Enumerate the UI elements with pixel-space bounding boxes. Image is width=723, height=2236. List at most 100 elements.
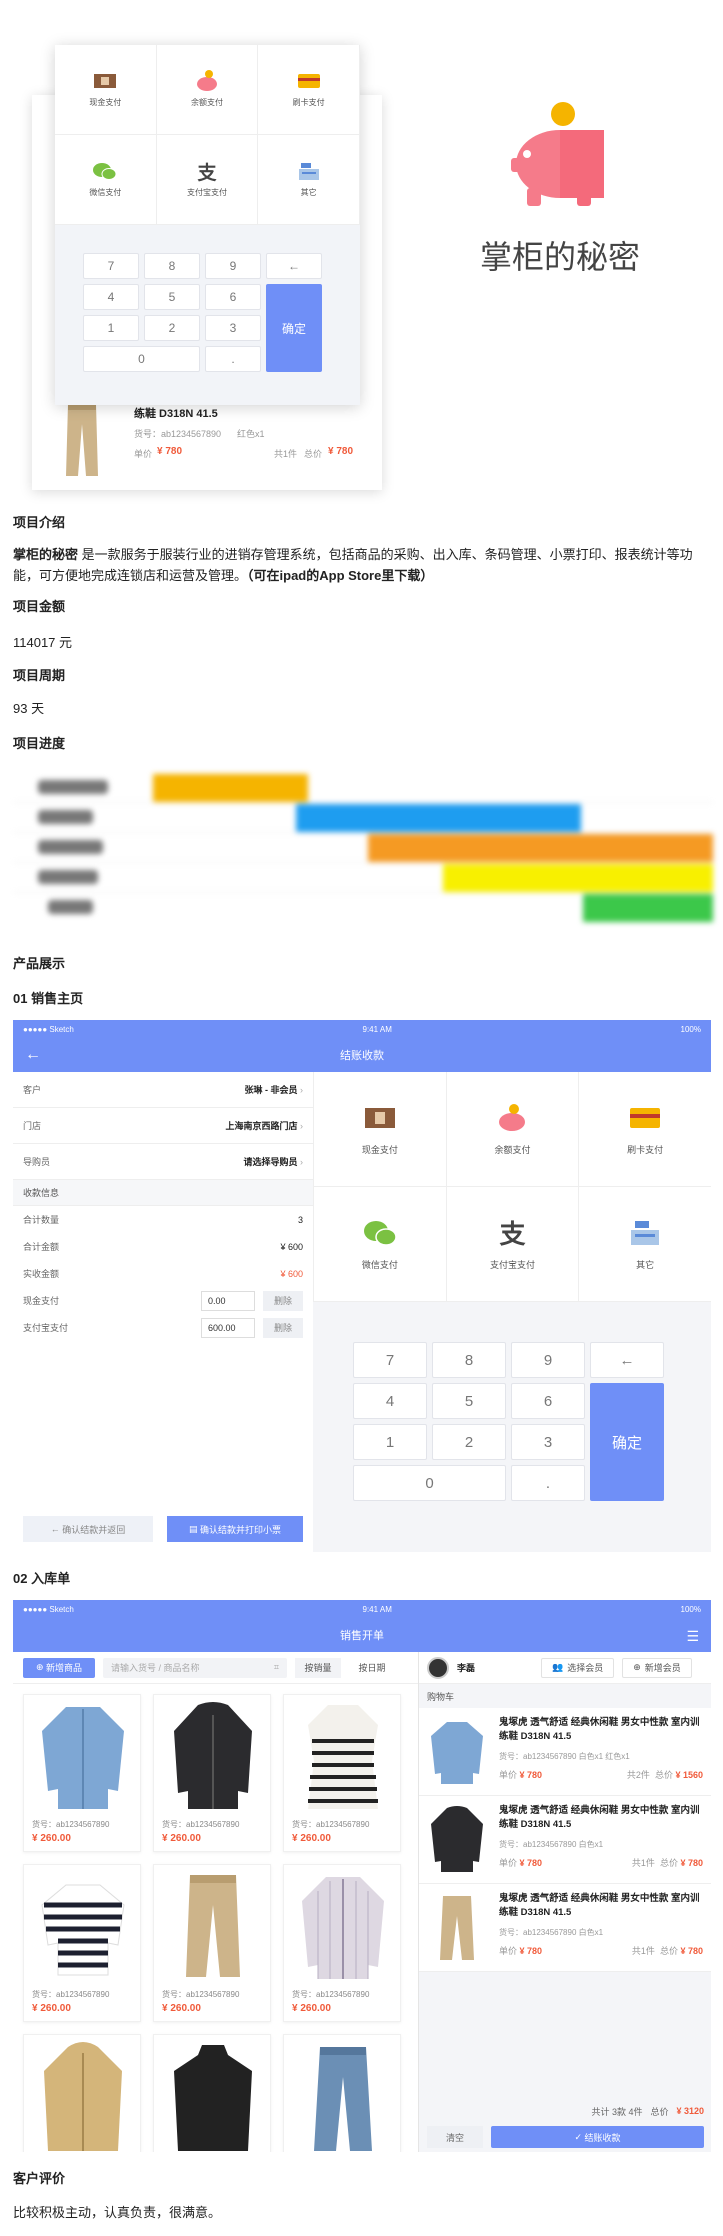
button-label: 结账收款 xyxy=(584,2132,621,2143)
product-card[interactable]: 货号：ab1234567890 ¥ 260.00 xyxy=(153,1694,271,1852)
new-member-button[interactable]: ⊕ 新增会员 xyxy=(622,1657,692,1678)
item-total: ¥ 780 xyxy=(680,1946,703,1956)
store-row[interactable]: 门店 上海南京西路门店 › xyxy=(13,1108,313,1144)
scan-icon[interactable]: ⌗ xyxy=(274,1662,279,1673)
avatar xyxy=(427,1656,449,1679)
key-1[interactable]: 1 xyxy=(83,315,139,341)
product-sku: 货号：ab1234567890 xyxy=(32,1820,110,1829)
key-0[interactable]: 0 xyxy=(83,346,200,372)
pay-other[interactable]: 其它 xyxy=(258,135,360,225)
key-2[interactable]: 2 xyxy=(432,1424,506,1460)
button-label: 新增会员 xyxy=(644,1663,681,1673)
black-turtleneck-thumbnail-icon xyxy=(174,2045,252,2151)
back-arrow-icon[interactable]: ← xyxy=(25,1046,41,1064)
customer-row[interactable]: 客户 张琳 - 非会员 › xyxy=(13,1072,313,1108)
key-5[interactable]: 5 xyxy=(432,1383,506,1419)
choose-member-button[interactable]: 👥 选择会员 xyxy=(541,1657,615,1678)
key-8[interactable]: 8 xyxy=(144,253,200,279)
pay-wechat[interactable]: 微信支付 xyxy=(313,1187,446,1302)
pay-cash[interactable]: 现金支付 xyxy=(55,45,157,135)
key-backspace[interactable]: ← xyxy=(266,253,322,279)
product-card[interactable]: 货号：ab1234567890 ¥ 260.00 xyxy=(23,1694,141,1852)
key-backspace[interactable]: ← xyxy=(590,1342,664,1378)
key-1[interactable]: 1 xyxy=(353,1424,427,1460)
intro-bold: 掌柜的秘密 xyxy=(13,547,79,562)
key-dot[interactable]: . xyxy=(511,1465,585,1501)
tablet-mockup-front: 现金支付 余额支付 刷卡支付 微信支付 支 支付宝支付 其它 7 8 9 ← 4… xyxy=(55,45,360,405)
product-list-panel: ⊕ 新增商品 请输入货号 / 商品名称 ⌗ 按销量 按日期 货号：ab123456… xyxy=(13,1652,418,2152)
pay-card[interactable]: 刷卡支付 xyxy=(258,45,360,135)
product-card[interactable]: 货号：ab1234567890 ¥ 260.00 xyxy=(153,1864,271,2022)
key-4[interactable]: 4 xyxy=(83,284,139,310)
cart-panel: 李磊 👥 选择会员 ⊕ 新增会员 购物车 鬼塚虎 透气舒适 经典休闲鞋 男女中性款 … xyxy=(418,1652,711,2152)
confirm-and-return-button[interactable]: ← 确认结款并返回 xyxy=(23,1516,153,1542)
product-card[interactable] xyxy=(23,2034,141,2152)
product-price: ¥ 260.00 xyxy=(162,2003,201,2014)
confirm-button[interactable]: 确定 xyxy=(266,284,322,372)
cash-amount-input[interactable]: 0.00 xyxy=(201,1290,255,1311)
status-battery: 100% xyxy=(680,1604,701,1614)
back-item-unit-label: 单价 xyxy=(134,449,153,459)
cart-item[interactable]: 鬼塚虎 透气舒适 经典休闲鞋 男女中性款 室内训练鞋 D318N 41.5 货号… xyxy=(419,1708,711,1796)
cart-item[interactable]: 鬼塚虎 透气舒适 经典休闲鞋 男女中性款 室内训练鞋 D318N 41.5 货号… xyxy=(419,1796,711,1884)
trench-coat-thumbnail-icon xyxy=(44,2042,122,2151)
key-7[interactable]: 7 xyxy=(353,1342,427,1378)
product-card[interactable] xyxy=(153,2034,271,2152)
key-9[interactable]: 9 xyxy=(511,1342,585,1378)
pay-card[interactable]: 刷卡支付 xyxy=(578,1072,711,1187)
kv-value: 3 xyxy=(297,1214,303,1225)
product-card[interactable]: 货号：ab1234567890 ¥ 260.00 xyxy=(23,1864,141,2022)
sort-by-sales-button[interactable]: 按销量 xyxy=(295,1657,341,1678)
search-input[interactable]: 请输入货号 / 商品名称 ⌗ xyxy=(103,1657,287,1678)
salesperson-row[interactable]: 导购员 请选择导购员 › xyxy=(13,1144,313,1180)
checkout-button[interactable]: ✓ 结账收款 xyxy=(491,2126,704,2148)
status-battery: 100% xyxy=(680,1024,701,1034)
key-7[interactable]: 7 xyxy=(83,253,139,279)
product-price: ¥ 260.00 xyxy=(32,1833,71,1844)
key-6[interactable]: 6 xyxy=(205,284,261,310)
pay-alipay[interactable]: 支支付宝支付 xyxy=(445,1187,579,1302)
key-9[interactable]: 9 xyxy=(205,253,261,279)
key-6[interactable]: 6 xyxy=(511,1383,585,1419)
delete-button[interactable]: 删除 xyxy=(263,1317,303,1338)
pay-other[interactable]: 其它 xyxy=(578,1187,711,1302)
pay-balance[interactable]: 余额支付 xyxy=(445,1072,579,1187)
gantt-bar-4 xyxy=(443,864,713,892)
paid-amount-row: 实收金额 ¥ 600 xyxy=(13,1260,313,1287)
add-product-button[interactable]: ⊕ 新增商品 xyxy=(23,1657,95,1678)
gantt-bar-5 xyxy=(583,894,713,922)
key-2[interactable]: 2 xyxy=(144,315,200,341)
key-0[interactable]: 0 xyxy=(353,1465,506,1501)
pay-alipay[interactable]: 支 支付宝支付 xyxy=(156,135,259,225)
row-value: 张琳 - 非会员 xyxy=(244,1085,298,1095)
product-price: ¥ 260.00 xyxy=(32,2003,71,2014)
pay-balance[interactable]: 余额支付 xyxy=(156,45,259,135)
plus-icon: ⊕ xyxy=(35,1662,47,1672)
sort-by-date-button[interactable]: 按日期 xyxy=(349,1658,395,1678)
product-card[interactable]: 货号：ab1234567890 ¥ 260.00 xyxy=(283,1864,401,2022)
key-4[interactable]: 4 xyxy=(353,1383,427,1419)
key-dot[interactable]: . xyxy=(205,346,261,372)
key-8[interactable]: 8 xyxy=(432,1342,506,1378)
confirm-button[interactable]: 确定 xyxy=(590,1383,664,1501)
key-3[interactable]: 3 xyxy=(205,315,261,341)
key-5[interactable]: 5 xyxy=(144,284,200,310)
key-3[interactable]: 3 xyxy=(511,1424,585,1460)
hero-pay-methods: 现金支付 余额支付 刷卡支付 微信支付 支 支付宝支付 其它 xyxy=(55,45,360,225)
pay-wechat[interactable]: 微信支付 xyxy=(55,135,157,225)
clear-cart-button[interactable]: 清空 xyxy=(427,2126,483,2148)
confirm-and-print-button[interactable]: ▤ 确认结款并打印小票 xyxy=(167,1516,303,1542)
item-qty: 共2件 xyxy=(626,1770,650,1780)
status-time: 9:41 AM xyxy=(362,1024,392,1034)
black-jacket-thumbnail-icon xyxy=(174,1702,252,1809)
receipt-icon: ▤ xyxy=(188,1523,200,1534)
menu-icon[interactable]: ☰ xyxy=(686,1628,699,1645)
delete-button[interactable]: 删除 xyxy=(263,1290,303,1311)
cart-item-total: 共2件 总价 ¥ 1560 xyxy=(627,1768,703,1781)
product-card[interactable]: 货号：ab1234567890 ¥ 260.00 xyxy=(283,1694,401,1852)
product-card[interactable] xyxy=(283,2034,401,2152)
cart-item[interactable]: 鬼塚虎 透气舒适 经典休闲鞋 男女中性款 室内训练鞋 D318N 41.5 货号… xyxy=(419,1884,711,1972)
alipay-amount-input[interactable]: 600.00 xyxy=(201,1317,255,1338)
cart-item-name: 鬼塚虎 透气舒适 经典休闲鞋 男女中性款 室内训练鞋 D318N 41.5 xyxy=(499,1717,700,1742)
pay-cash[interactable]: 现金支付 xyxy=(313,1072,446,1187)
